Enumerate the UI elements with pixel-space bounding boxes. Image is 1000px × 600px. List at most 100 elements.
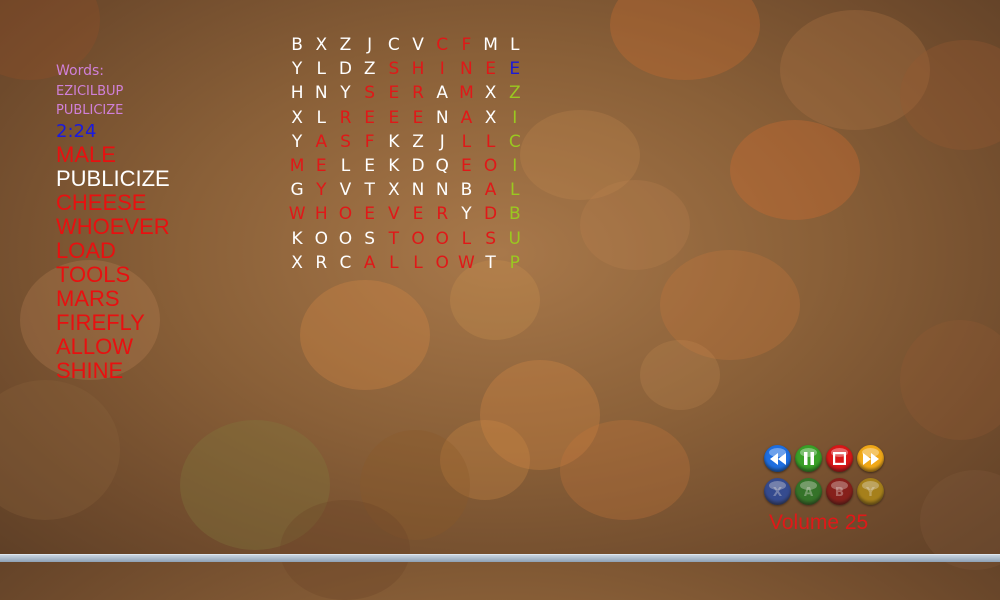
x-button[interactable]: X bbox=[764, 478, 791, 505]
grid-cell[interactable]: T bbox=[358, 178, 382, 202]
grid-cell[interactable]: H bbox=[309, 202, 333, 226]
grid-cell[interactable]: B bbox=[285, 33, 309, 57]
grid-cell[interactable]: D bbox=[406, 154, 430, 178]
grid-cell[interactable]: S bbox=[333, 130, 357, 154]
grid-cell[interactable]: Y bbox=[309, 178, 333, 202]
grid-cell[interactable]: R bbox=[406, 81, 430, 105]
grid-cell[interactable]: X bbox=[309, 33, 333, 57]
grid-cell[interactable]: L bbox=[454, 130, 478, 154]
grid-cell[interactable]: Z bbox=[503, 81, 527, 105]
grid-cell[interactable]: Y bbox=[454, 202, 478, 226]
grid-cell[interactable]: F bbox=[454, 33, 478, 57]
grid-cell[interactable]: W bbox=[454, 251, 478, 275]
rewind-button[interactable] bbox=[764, 445, 791, 472]
grid-cell[interactable]: E bbox=[358, 202, 382, 226]
grid-cell[interactable]: D bbox=[479, 202, 503, 226]
letter-grid[interactable]: BXZJCVCFMLYLDZSHINEEHNYSERAMXZXLREEENAXI… bbox=[285, 33, 527, 275]
grid-cell[interactable]: Y bbox=[333, 81, 357, 105]
grid-cell[interactable]: N bbox=[430, 106, 454, 130]
grid-cell[interactable]: M bbox=[285, 154, 309, 178]
grid-cell[interactable]: A bbox=[479, 178, 503, 202]
grid-cell[interactable]: O bbox=[333, 227, 357, 251]
grid-cell[interactable]: A bbox=[358, 251, 382, 275]
grid-cell[interactable]: L bbox=[309, 57, 333, 81]
grid-cell[interactable]: E bbox=[406, 106, 430, 130]
grid-cell[interactable]: K bbox=[382, 154, 406, 178]
grid-cell[interactable]: E bbox=[503, 57, 527, 81]
grid-cell[interactable]: O bbox=[309, 227, 333, 251]
grid-cell[interactable]: M bbox=[454, 81, 478, 105]
grid-cell[interactable]: S bbox=[382, 57, 406, 81]
grid-cell[interactable]: Z bbox=[358, 57, 382, 81]
b-button[interactable]: B bbox=[826, 478, 853, 505]
grid-cell[interactable]: S bbox=[358, 81, 382, 105]
grid-cell[interactable]: O bbox=[479, 154, 503, 178]
grid-cell[interactable]: L bbox=[503, 33, 527, 57]
a-button[interactable]: A bbox=[795, 478, 822, 505]
grid-cell[interactable]: E bbox=[358, 154, 382, 178]
grid-cell[interactable]: N bbox=[406, 178, 430, 202]
grid-cell[interactable]: L bbox=[454, 227, 478, 251]
grid-cell[interactable]: X bbox=[285, 251, 309, 275]
grid-cell[interactable]: E bbox=[406, 202, 430, 226]
grid-cell[interactable]: R bbox=[430, 202, 454, 226]
grid-cell[interactable]: P bbox=[503, 251, 527, 275]
grid-cell[interactable]: L bbox=[333, 154, 357, 178]
grid-cell[interactable]: A bbox=[430, 81, 454, 105]
grid-cell[interactable]: V bbox=[333, 178, 357, 202]
grid-cell[interactable]: K bbox=[382, 130, 406, 154]
grid-cell[interactable]: S bbox=[358, 227, 382, 251]
grid-cell[interactable]: J bbox=[430, 130, 454, 154]
grid-cell[interactable]: T bbox=[479, 251, 503, 275]
grid-cell[interactable]: F bbox=[358, 130, 382, 154]
grid-cell[interactable]: L bbox=[382, 251, 406, 275]
grid-cell[interactable]: V bbox=[382, 202, 406, 226]
grid-cell[interactable]: K bbox=[285, 227, 309, 251]
grid-cell[interactable]: Z bbox=[406, 130, 430, 154]
grid-cell[interactable]: E bbox=[382, 81, 406, 105]
grid-cell[interactable]: I bbox=[503, 154, 527, 178]
grid-cell[interactable]: L bbox=[406, 251, 430, 275]
grid-cell[interactable]: C bbox=[333, 251, 357, 275]
grid-cell[interactable]: U bbox=[503, 227, 527, 251]
grid-cell[interactable]: G bbox=[285, 178, 309, 202]
grid-cell[interactable]: O bbox=[406, 227, 430, 251]
grid-cell[interactable]: X bbox=[479, 81, 503, 105]
pause-button[interactable] bbox=[795, 445, 822, 472]
grid-cell[interactable]: N bbox=[309, 81, 333, 105]
grid-cell[interactable]: L bbox=[503, 178, 527, 202]
grid-cell[interactable]: I bbox=[503, 106, 527, 130]
grid-cell[interactable]: O bbox=[430, 227, 454, 251]
fast-forward-button[interactable] bbox=[857, 445, 884, 472]
grid-cell[interactable]: J bbox=[358, 33, 382, 57]
grid-cell[interactable]: N bbox=[454, 57, 478, 81]
grid-cell[interactable]: M bbox=[479, 33, 503, 57]
grid-cell[interactable]: D bbox=[333, 57, 357, 81]
grid-cell[interactable]: S bbox=[479, 227, 503, 251]
stop-button[interactable] bbox=[826, 445, 853, 472]
grid-cell[interactable]: E bbox=[358, 106, 382, 130]
grid-cell[interactable]: C bbox=[382, 33, 406, 57]
grid-cell[interactable]: R bbox=[333, 106, 357, 130]
grid-cell[interactable]: L bbox=[309, 106, 333, 130]
grid-cell[interactable]: L bbox=[479, 130, 503, 154]
grid-cell[interactable]: X bbox=[285, 106, 309, 130]
grid-cell[interactable]: C bbox=[503, 130, 527, 154]
grid-cell[interactable]: H bbox=[285, 81, 309, 105]
grid-cell[interactable]: B bbox=[503, 202, 527, 226]
grid-cell[interactable]: Z bbox=[333, 33, 357, 57]
grid-cell[interactable]: I bbox=[430, 57, 454, 81]
grid-cell[interactable]: H bbox=[406, 57, 430, 81]
grid-cell[interactable]: A bbox=[309, 130, 333, 154]
grid-cell[interactable]: R bbox=[309, 251, 333, 275]
grid-cell[interactable]: E bbox=[454, 154, 478, 178]
grid-cell[interactable]: X bbox=[479, 106, 503, 130]
grid-cell[interactable]: A bbox=[454, 106, 478, 130]
grid-cell[interactable]: B bbox=[454, 178, 478, 202]
grid-cell[interactable]: E bbox=[309, 154, 333, 178]
y-button[interactable]: Y bbox=[857, 478, 884, 505]
grid-cell[interactable]: V bbox=[406, 33, 430, 57]
grid-cell[interactable]: O bbox=[333, 202, 357, 226]
grid-cell[interactable]: E bbox=[479, 57, 503, 81]
grid-cell[interactable]: Y bbox=[285, 130, 309, 154]
